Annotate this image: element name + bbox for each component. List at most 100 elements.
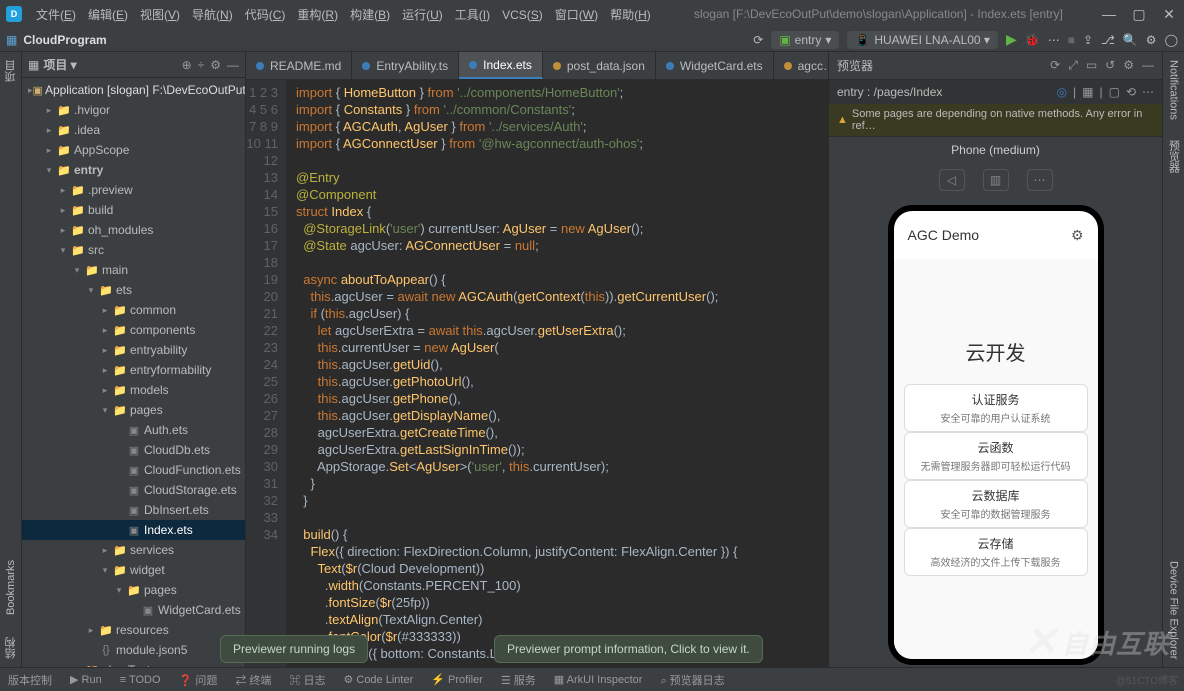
fit-icon[interactable]: ▢ — [1109, 85, 1120, 99]
debug-button[interactable]: 🐞 — [1025, 33, 1040, 47]
nav-more-icon[interactable]: ⋯ — [1027, 169, 1053, 191]
menu-item[interactable]: 工具(I) — [449, 6, 496, 24]
tree-node[interactable]: {}module.json5 — [22, 640, 245, 660]
locate-icon[interactable]: ⊕ — [182, 58, 192, 72]
tree-node[interactable]: ▸📁AppScope — [22, 140, 245, 160]
prev-gear-icon[interactable]: ⚙ — [1123, 58, 1134, 73]
tree-node[interactable]: ▸📁common — [22, 300, 245, 320]
code-editor[interactable]: 1 2 3 4 5 6 7 8 9 10 11 12 13 14 15 16 1… — [246, 80, 828, 667]
menu-item[interactable]: 视图(V) — [134, 6, 186, 24]
feature-card[interactable]: 云数据库安全可靠的数据管理服务 — [904, 480, 1088, 528]
tree-node[interactable]: ▸📁.preview — [22, 180, 245, 200]
tree-node[interactable]: ▣DbInsert.ets — [22, 500, 245, 520]
collapse-icon[interactable]: ÷ — [198, 58, 205, 72]
sync-icon[interactable]: ⟳ — [753, 33, 763, 47]
tree-node[interactable]: ▣CloudFunction.ets — [22, 460, 245, 480]
avatar-icon[interactable]: ◯ — [1165, 33, 1178, 47]
tree-node[interactable]: ▣Index.ets — [22, 520, 245, 540]
tree-node[interactable]: ▸📁resources — [22, 620, 245, 640]
vcs-icon[interactable]: ⎇ — [1101, 33, 1115, 47]
deploy-icon[interactable]: ⇪ — [1083, 33, 1093, 47]
menu-item[interactable]: 构建(B) — [344, 6, 396, 24]
tree-node[interactable]: ▸📁entryability — [22, 340, 245, 360]
feature-card[interactable]: 云函数无需管理服务器即可轻松运行代码 — [904, 432, 1088, 480]
status-item[interactable]: ▦ ArkUI Inspector — [554, 673, 643, 686]
editor-tab[interactable]: EntryAbility.ts — [352, 52, 459, 79]
tree-node[interactable]: ▣CloudStorage.ets — [22, 480, 245, 500]
window-close-button[interactable]: ✕ — [1160, 6, 1178, 23]
editor-tab[interactable]: README.md — [246, 52, 352, 79]
status-item[interactable]: ⇄ 终端 — [235, 672, 271, 688]
status-item[interactable]: ❓ 问题 — [179, 672, 218, 688]
tree-node[interactable]: ▸📁models — [22, 380, 245, 400]
app-screen[interactable]: AGC Demo ⚙ 云开发 认证服务安全可靠的用户认证系统 云函数无需管理服务… — [894, 211, 1098, 659]
editor-tab[interactable]: Index.ets — [459, 52, 543, 79]
code-lines[interactable]: import { HomeButton } from '../component… — [286, 80, 828, 667]
tree-node[interactable]: ▣WidgetCard.ets — [22, 600, 245, 620]
project-tool-tab[interactable]: 项目 — [3, 60, 19, 82]
settings-icon[interactable]: ⚙ — [1146, 33, 1157, 47]
more-run-icon[interactable]: ⋯ — [1048, 33, 1060, 47]
tree-node[interactable]: ▣Auth.ets — [22, 420, 245, 440]
status-item[interactable]: 版本控制 — [8, 672, 52, 688]
editor-tab[interactable]: post_data.json — [543, 52, 656, 79]
bookmarks-tool-tab[interactable]: Bookmarks — [5, 560, 17, 615]
tree-node[interactable]: ▸📁build — [22, 200, 245, 220]
tree-node[interactable]: ▾📁pages — [22, 580, 245, 600]
project-header-label[interactable]: 项目 ▾ — [43, 56, 76, 73]
editor-tab[interactable]: WidgetCard.ets — [656, 52, 774, 79]
notifications-tab[interactable]: Notifications — [1168, 60, 1180, 120]
toast-previewer-logs[interactable]: Previewer running logs — [220, 635, 368, 663]
tree-node[interactable]: ▸📁ohosTest — [22, 660, 245, 667]
status-item[interactable]: ⌕ 预览器日志 — [660, 672, 724, 688]
tree-node[interactable]: ▾📁widget — [22, 560, 245, 580]
menu-item[interactable]: 编辑(E) — [82, 6, 134, 24]
tree-node[interactable]: ▸📁entryformability — [22, 360, 245, 380]
status-item[interactable]: ☰ 服务 — [501, 672, 536, 688]
editor-tab[interactable]: agcc… — [774, 52, 828, 79]
status-item[interactable]: ⚙ Code Linter — [343, 673, 413, 686]
hide-icon[interactable]: — — [227, 58, 239, 72]
menu-item[interactable]: 重构(R) — [291, 6, 344, 24]
app-settings-icon[interactable]: ⚙ — [1071, 227, 1084, 244]
structure-tool-tab[interactable]: 结构 — [3, 637, 19, 659]
toast-previewer-prompt[interactable]: Previewer prompt information, Click to v… — [494, 635, 763, 663]
refresh-icon[interactable]: ⟳ — [1050, 58, 1060, 73]
feature-card[interactable]: 认证服务安全可靠的用户认证系统 — [904, 384, 1088, 432]
stop-button[interactable]: ■ — [1068, 33, 1075, 47]
run-button[interactable]: ▶ — [1006, 31, 1017, 48]
run-config-selector[interactable]: ▣entry▾ — [771, 31, 839, 49]
ruler-icon[interactable]: ▭ — [1086, 58, 1097, 73]
window-maximize-button[interactable]: ▢ — [1130, 6, 1148, 23]
project-tree[interactable]: ▸▣Application [slogan] F:\DevEcoOutPut\d… — [22, 78, 245, 667]
preview-tab[interactable]: 预览器 — [1166, 140, 1182, 173]
nav-back-icon[interactable]: ◁ — [939, 169, 965, 191]
menu-item[interactable]: 代码(C) — [239, 6, 292, 24]
status-item[interactable]: ⌘ 日志 — [289, 672, 325, 688]
orient-icon[interactable]: ↺ — [1105, 58, 1115, 73]
status-item[interactable]: ▶ Run — [70, 673, 102, 686]
gear-icon[interactable]: ⚙ — [210, 58, 221, 72]
tree-node[interactable]: ▾📁entry — [22, 160, 245, 180]
tree-node[interactable]: ▸▣Application [slogan] F:\DevEcoOutPut\d… — [22, 80, 245, 100]
menu-item[interactable]: 文件(E) — [30, 6, 82, 24]
menu-item[interactable]: 运行(U) — [396, 6, 449, 24]
more-icon[interactable]: ⋯ — [1142, 85, 1154, 99]
menu-item[interactable]: 导航(N) — [186, 6, 239, 24]
tree-node[interactable]: ▸📁services — [22, 540, 245, 560]
tree-node[interactable]: ▸📁oh_modules — [22, 220, 245, 240]
menu-item[interactable]: VCS(S) — [496, 6, 549, 24]
rotate-icon[interactable]: ⟲ — [1126, 85, 1136, 99]
feature-card[interactable]: 云存储高效经济的文件上传下载服务 — [904, 528, 1088, 576]
tree-node[interactable]: ▣CloudDb.ets — [22, 440, 245, 460]
status-item[interactable]: ≡ TODO — [120, 674, 161, 686]
expand-icon[interactable]: ⤢ — [1068, 58, 1078, 73]
menu-item[interactable]: 帮助(H) — [604, 6, 657, 24]
tree-node[interactable]: ▾📁src — [22, 240, 245, 260]
tree-node[interactable]: ▾📁ets — [22, 280, 245, 300]
prev-hide-icon[interactable]: — — [1142, 58, 1154, 73]
grid-icon[interactable]: ▦ — [1082, 85, 1093, 99]
device-selector[interactable]: 📱HUAWEI LNA-AL00 ▾ — [847, 31, 998, 49]
locate2-icon[interactable]: ◎ — [1057, 85, 1067, 99]
tree-node[interactable]: ▸📁.hvigor — [22, 100, 245, 120]
